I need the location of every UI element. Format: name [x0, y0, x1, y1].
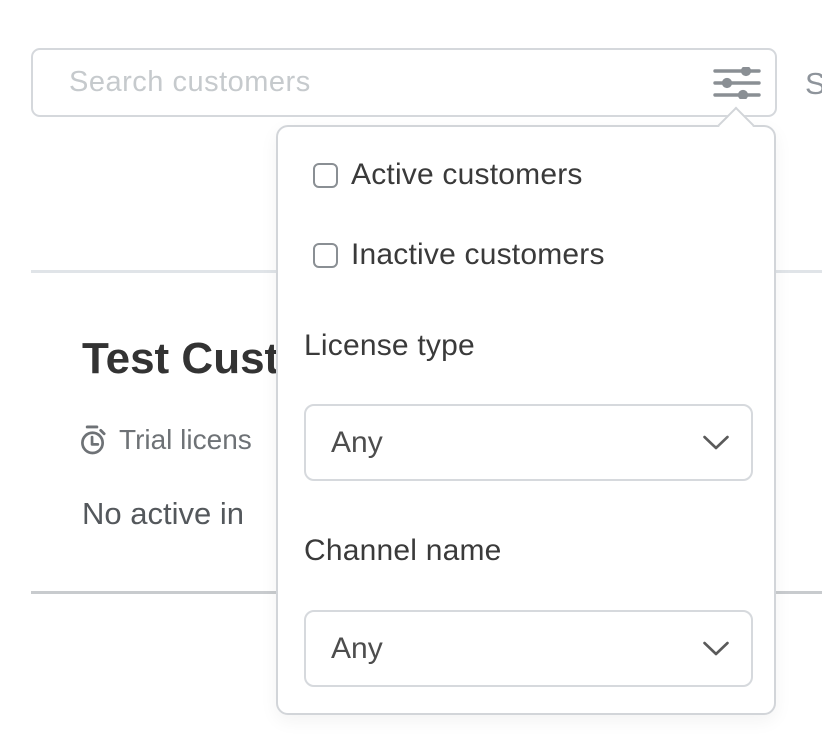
chevron-down-icon — [703, 641, 729, 657]
customers-page: S Test Cust Trial licens No active in Ac… — [0, 0, 822, 756]
license-type-select-value: Any — [331, 426, 703, 460]
customer-search-bar — [31, 48, 777, 117]
channel-name-select[interactable]: Any — [304, 610, 753, 687]
license-info-row: Trial licens — [80, 424, 252, 456]
inactive-customers-option[interactable]: Inactive customers — [313, 238, 605, 272]
channel-name-label: Channel name — [304, 534, 502, 568]
active-customers-option[interactable]: Active customers — [313, 158, 583, 192]
filter-button[interactable] — [709, 61, 765, 105]
license-type-label: License type — [304, 329, 475, 363]
sliders-icon — [713, 67, 761, 99]
active-customers-label[interactable]: Active customers — [351, 158, 583, 192]
channel-name-select-value: Any — [331, 632, 703, 666]
license-text: Trial licens — [119, 424, 252, 456]
customer-status-text: No active in — [82, 496, 244, 532]
right-edge-partial-control[interactable]: S — [805, 66, 822, 102]
search-input[interactable] — [69, 52, 699, 113]
customer-card-title: Test Cust — [82, 334, 279, 384]
active-customers-checkbox[interactable] — [313, 163, 338, 188]
stopwatch-icon — [80, 424, 107, 456]
inactive-customers-checkbox[interactable] — [313, 243, 338, 268]
chevron-down-icon — [703, 435, 729, 451]
license-type-select[interactable]: Any — [304, 404, 753, 481]
inactive-customers-label[interactable]: Inactive customers — [351, 238, 605, 272]
filter-popover: Active customers Inactive customers Lice… — [276, 125, 776, 715]
